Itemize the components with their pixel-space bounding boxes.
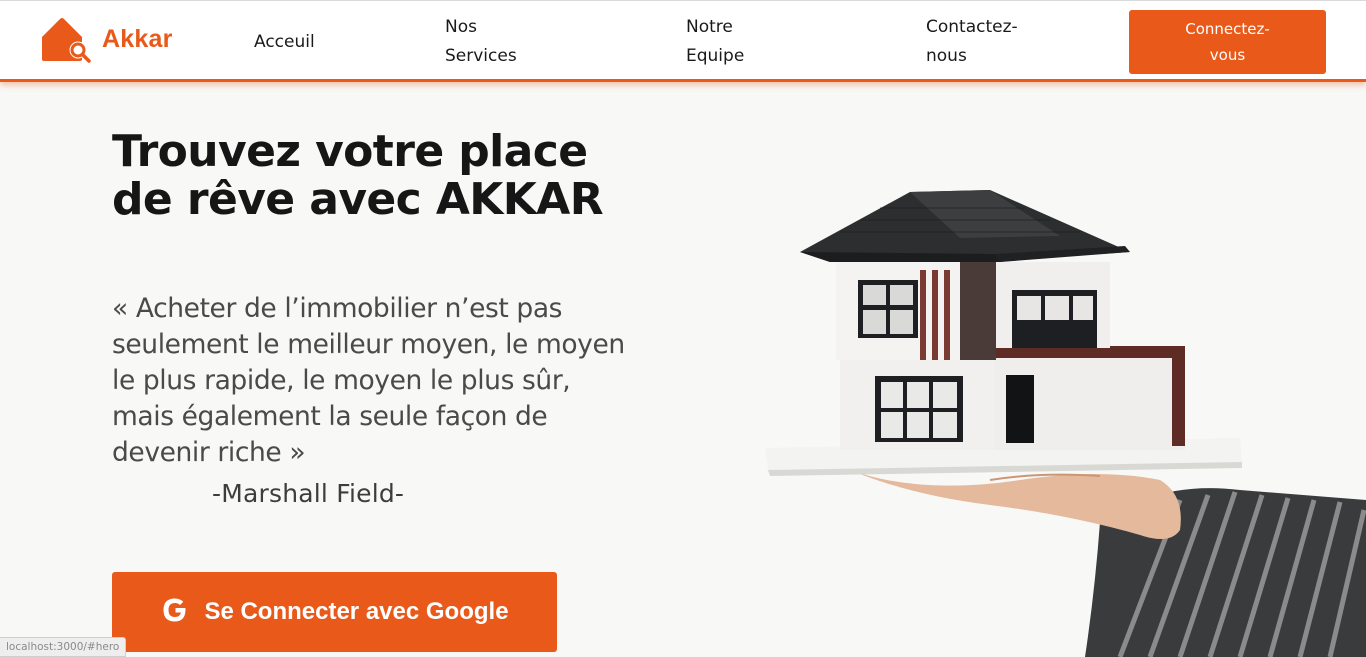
google-login-button[interactable]: Se Connecter avec Google — [112, 572, 557, 652]
brand-logo[interactable]: Akkar — [40, 15, 173, 63]
google-login-label: Se Connecter avec Google — [204, 598, 509, 625]
nav-link-equipe[interactable]: Notre Equipe — [686, 13, 766, 71]
top-navbar: Akkar Acceuil Nos Services Notre Equipe … — [0, 0, 1366, 82]
hero-title: Trouvez votre place de rêve avec AKKAR — [112, 126, 604, 225]
login-button-label: Connectez-vous — [1185, 20, 1270, 64]
google-g-icon — [160, 595, 190, 630]
hero-quote-author: -Marshall Field- — [212, 479, 405, 508]
house-search-icon — [40, 15, 92, 63]
status-bar-url: localhost:3000/#hero — [0, 637, 127, 657]
house-model-illustration — [740, 150, 1366, 657]
login-button[interactable]: Connectez-vous — [1129, 10, 1326, 74]
nav-link-accueil[interactable]: Acceuil — [254, 28, 315, 57]
nav-link-services[interactable]: Nos Services — [445, 13, 535, 71]
hero-quote: « Acheter de l’immobilier n’est pas seul… — [112, 293, 625, 468]
nav-link-contact[interactable]: Contactez-nous — [926, 13, 1036, 71]
brand-name: Akkar — [102, 24, 173, 53]
